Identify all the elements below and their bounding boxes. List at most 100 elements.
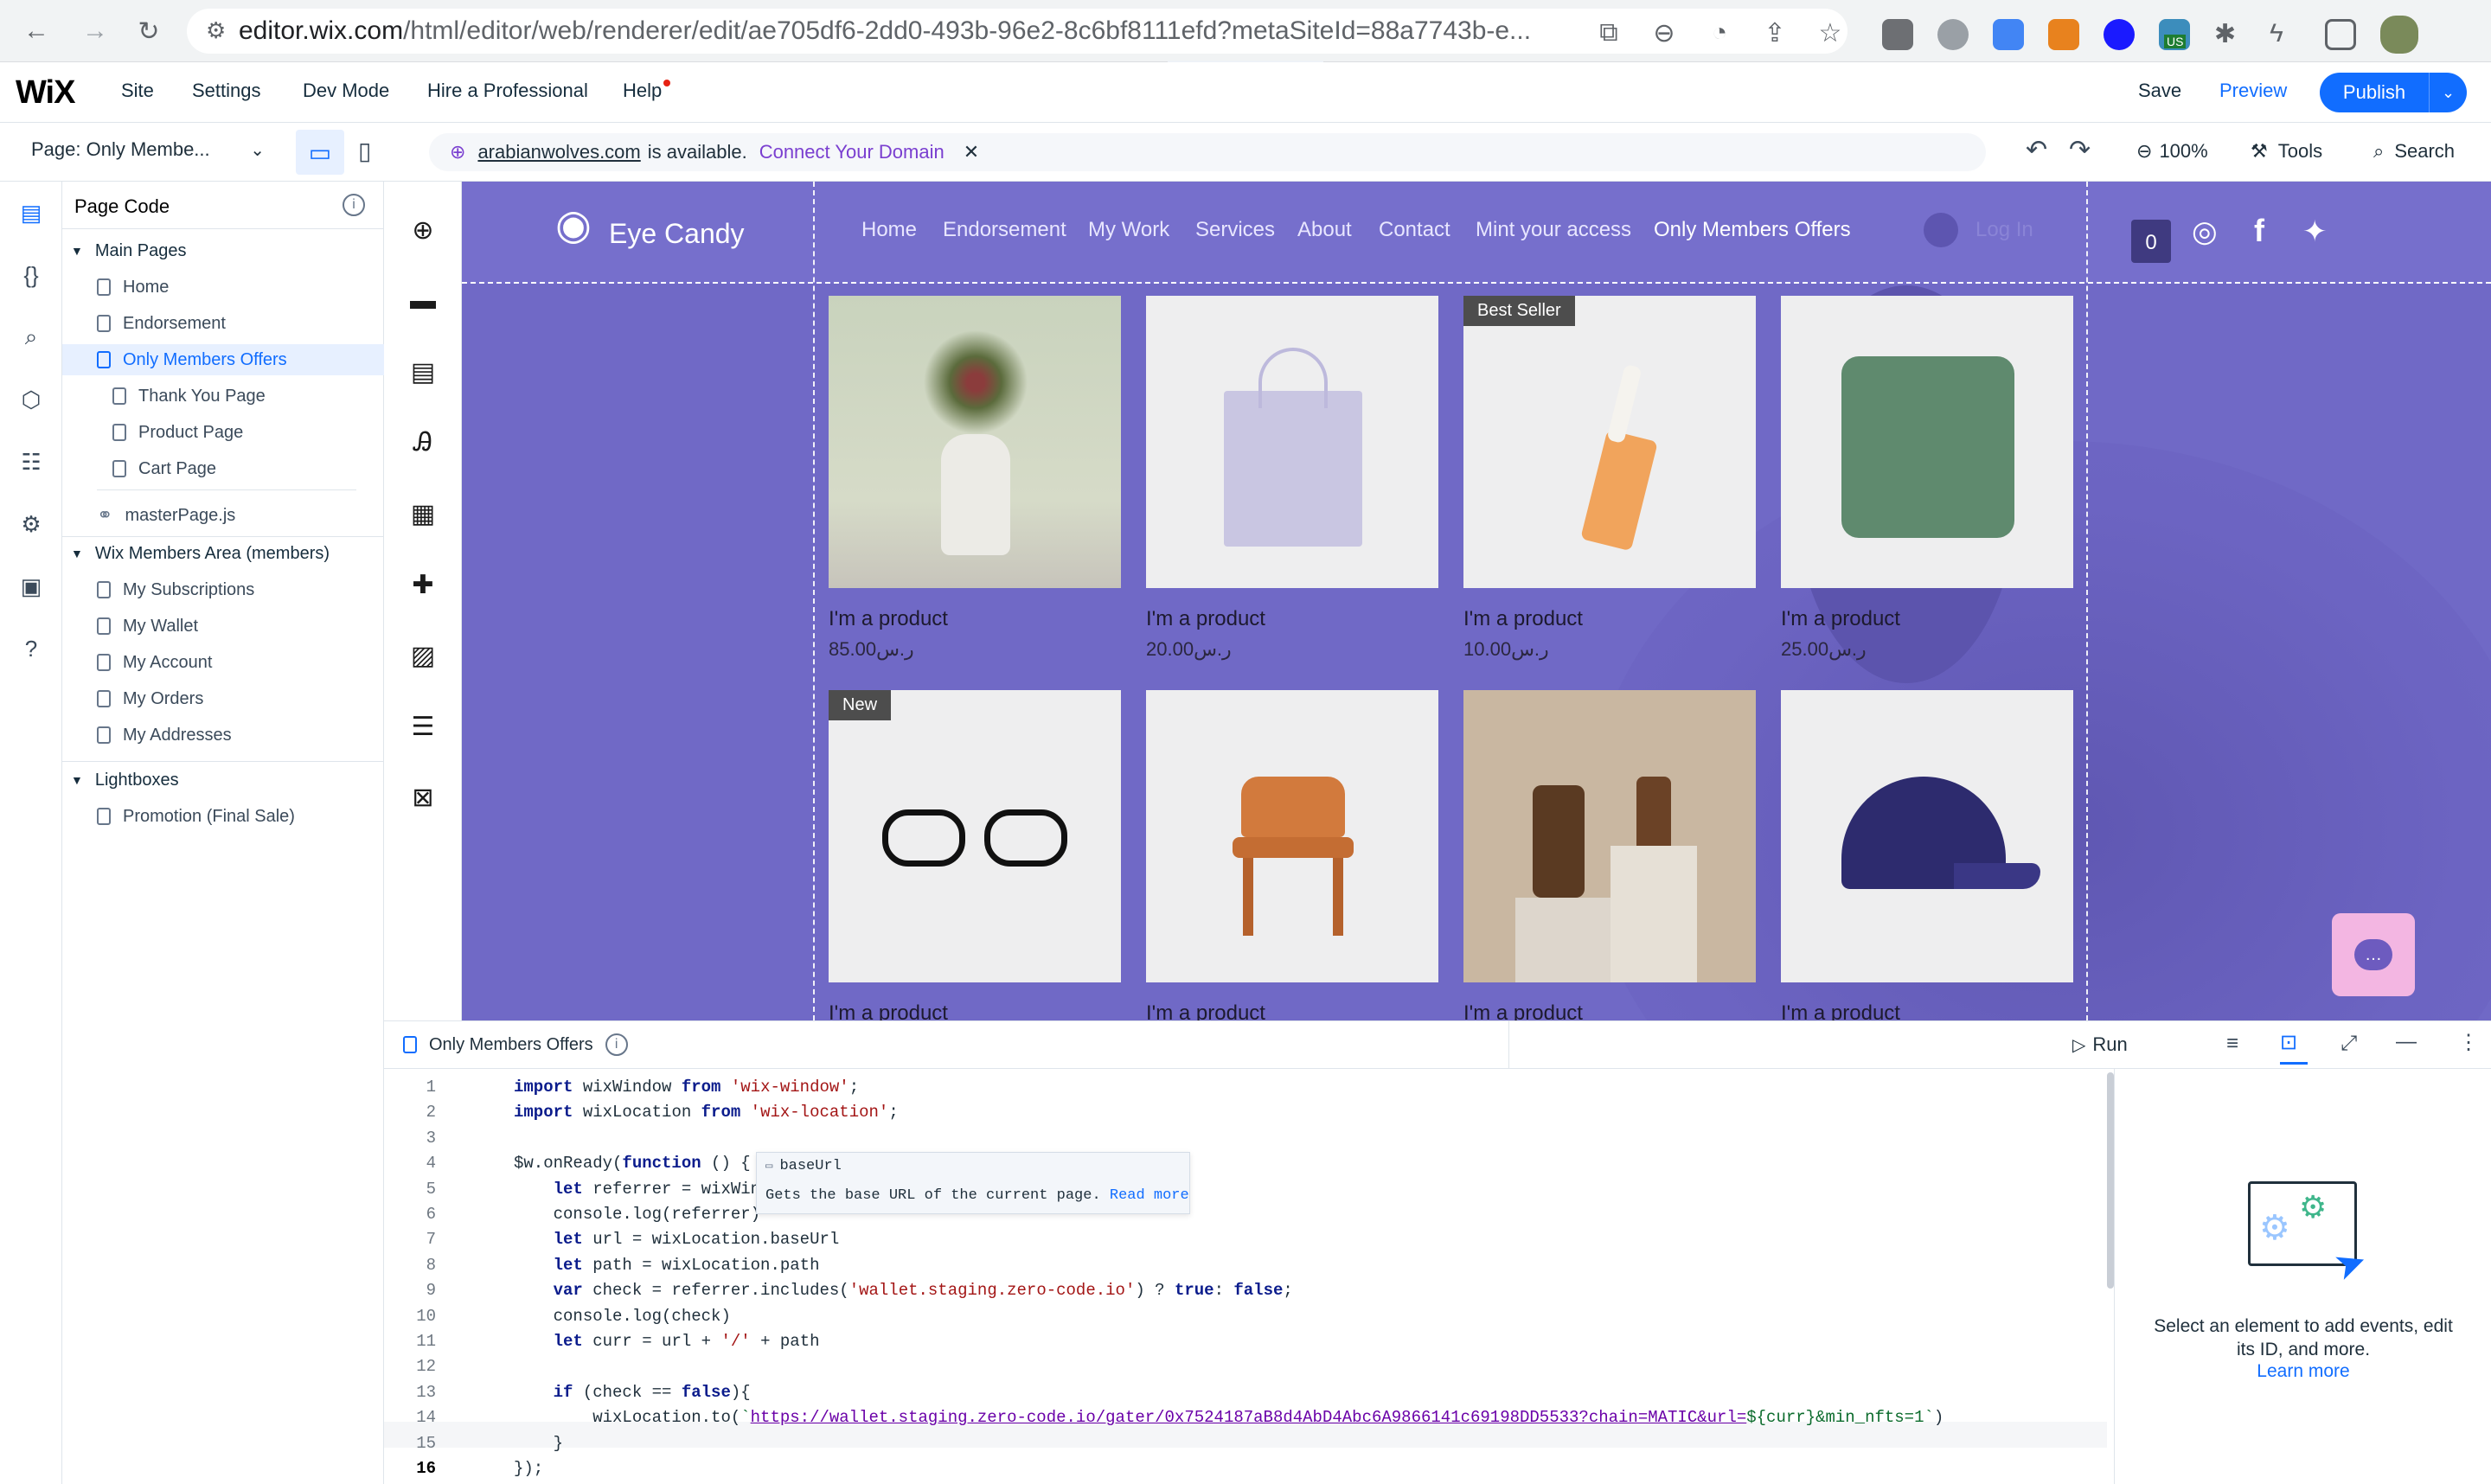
code-scrollbar[interactable]	[2107, 1072, 2114, 1289]
code-line[interactable]: var check = referrer.includes('wallet.st…	[514, 1281, 1293, 1300]
save-button[interactable]: Save	[2138, 80, 2181, 102]
tree-item-my-orders[interactable]: My Orders	[97, 683, 203, 714]
menu-help[interactable]: Help	[623, 80, 671, 102]
developer-tools-icon[interactable]: ⚙	[16, 509, 47, 540]
extension-grammarly-icon[interactable]	[1937, 19, 1969, 50]
product-title[interactable]: I'm a product	[1781, 607, 1900, 631]
profile-avatar[interactable]	[2380, 16, 2418, 54]
tree-item-product-page[interactable]: Product Page	[112, 417, 243, 448]
site-settings-icon[interactable]: ⚙	[206, 17, 226, 44]
desktop-view-icon[interactable]: ▭	[296, 130, 344, 175]
learn-more-link[interactable]: Learn more	[2149, 1361, 2457, 1382]
app-market-icon[interactable]: ✚	[406, 567, 440, 602]
extension-paint-icon[interactable]	[1882, 19, 1913, 50]
code-line[interactable]: if (check == false){	[514, 1383, 751, 1402]
add-apps-icon[interactable]: ▦	[406, 496, 440, 531]
extension-circle-icon[interactable]	[2104, 19, 2135, 50]
preview-button[interactable]: Preview	[2219, 80, 2287, 102]
extension-metamask-icon[interactable]	[2048, 19, 2079, 50]
tree-section-lightboxes[interactable]: ▼ Lightboxes	[71, 764, 375, 796]
product-title[interactable]: I'm a product	[1463, 607, 1583, 631]
tree-item-cart-page[interactable]: Cart Page	[112, 453, 216, 484]
tree-item-thank-you[interactable]: Thank You Page	[112, 381, 266, 412]
product-title[interactable]: I'm a product	[829, 607, 948, 631]
more-options-icon[interactable]: ⋮	[2458, 1030, 2479, 1055]
run-button[interactable]: ▷ Run	[2072, 1033, 2128, 1056]
search-code-icon[interactable]: ⌕	[16, 322, 47, 353]
code-editor[interactable]: 1 import wixWindow from 'wix-window'; 2 imp…	[384, 1069, 2114, 1484]
share-icon[interactable]: ⇪	[1758, 16, 1792, 50]
menu-settings[interactable]: Settings	[192, 80, 261, 102]
pages-menu-icon[interactable]: ▤	[406, 355, 440, 389]
performance-bolt-icon[interactable]: ϟ	[2270, 19, 2301, 50]
code-line[interactable]: let referrer = wixWind	[514, 1180, 771, 1199]
close-icon[interactable]: ✕	[964, 141, 979, 163]
site-nav-services[interactable]: Services	[1195, 218, 1275, 242]
site-nav-contact[interactable]: Contact	[1379, 218, 1450, 242]
site-design-icon[interactable]: Ꭿ	[406, 425, 440, 460]
product-title[interactable]: I'm a product	[1463, 1001, 1583, 1020]
side-panel-icon[interactable]	[2325, 19, 2356, 50]
product-title[interactable]: I'm a product	[1146, 1001, 1265, 1020]
product-image-chair[interactable]	[1146, 690, 1438, 982]
product-image-vase[interactable]	[829, 296, 1121, 588]
code-line[interactable]: let url = wixLocation.baseUrl	[514, 1230, 840, 1249]
tree-item-master-page[interactable]: ⚭ masterPage.js	[97, 500, 235, 531]
product-image-cap[interactable]	[1781, 690, 2073, 982]
product-image-sweater[interactable]	[1781, 296, 2073, 588]
site-nav-endorsement[interactable]: Endorsement	[943, 218, 1066, 242]
product-title[interactable]: I'm a product	[1781, 1001, 1900, 1020]
performance-icon[interactable]: ◔	[1702, 16, 1737, 50]
translate-icon[interactable]: ⧉	[1591, 16, 1626, 50]
instagram-icon[interactable]: ◎	[2192, 214, 2218, 249]
tree-item-my-subscriptions[interactable]: My Subscriptions	[97, 574, 254, 605]
tree-section-main-pages[interactable]: ▼ Main Pages	[71, 235, 375, 266]
site-canvas[interactable]: ◉ Eye Candy Home Endorsement My Work Ser…	[462, 182, 2491, 1020]
site-nav-only-members[interactable]: Only Members Offers	[1654, 218, 1851, 242]
code-line[interactable]: }	[514, 1434, 563, 1453]
product-image-tote[interactable]	[1146, 296, 1438, 588]
wix-logo[interactable]: WiX	[16, 74, 75, 112]
login-button[interactable]: Log In	[1924, 213, 2033, 247]
code-line[interactable]: import wixWindow from 'wix-window';	[514, 1078, 859, 1097]
code-braces-icon[interactable]: {}	[16, 259, 47, 291]
extensions-puzzle-icon[interactable]: ✱	[2214, 19, 2245, 50]
business-tools-icon[interactable]: ⊠	[406, 780, 440, 815]
product-image-glasses[interactable]	[829, 690, 1121, 982]
code-line[interactable]: console.log(referrer)	[514, 1205, 760, 1224]
site-nav-mint[interactable]: Mint your access	[1476, 218, 1631, 242]
publish-button[interactable]: Publish ⌄	[2320, 73, 2467, 112]
site-nav-my-work[interactable]: My Work	[1088, 218, 1169, 242]
code-line[interactable]: let path = wixLocation.path	[514, 1256, 820, 1275]
cms-icon[interactable]: ☰	[406, 709, 440, 744]
code-line[interactable]: console.log(check)	[514, 1307, 731, 1326]
product-image-serum[interactable]	[1463, 296, 1756, 588]
tree-item-only-members-offers[interactable]: Only Members Offers	[62, 344, 384, 375]
search-button[interactable]: ⌕ Search	[2373, 140, 2455, 163]
page-code-icon[interactable]: ▤	[16, 197, 47, 228]
minimize-icon[interactable]: —	[2396, 1030, 2417, 1054]
product-title[interactable]: I'm a product	[1146, 607, 1265, 631]
tree-item-my-addresses[interactable]: My Addresses	[97, 720, 232, 751]
tree-item-my-account[interactable]: My Account	[97, 647, 212, 678]
help-icon[interactable]: ?	[16, 633, 47, 664]
twitter-icon[interactable]: ✦	[2302, 214, 2328, 249]
media-icon[interactable]: ▨	[406, 638, 440, 673]
add-elements-icon[interactable]: ⊕	[406, 213, 440, 247]
read-more-link[interactable]: Read more	[1110, 1187, 1189, 1204]
menu-hire-professional[interactable]: Hire a Professional	[427, 80, 588, 102]
back-icon[interactable]: ←	[19, 14, 54, 48]
format-code-icon[interactable]: ≡	[2226, 1032, 2238, 1056]
connect-domain-link[interactable]: Connect Your Domain	[759, 141, 945, 163]
code-line[interactable]: import wixLocation from 'wix-location';	[514, 1103, 899, 1122]
info-icon[interactable]: i	[605, 1033, 628, 1056]
code-line[interactable]: $w.onReady(function () {	[514, 1154, 751, 1173]
code-tab[interactable]: Only Members Offers i	[403, 1033, 628, 1056]
menu-dev-mode[interactable]: Dev Mode	[303, 80, 389, 102]
forward-icon[interactable]: →	[78, 14, 112, 48]
extension-translate-icon[interactable]	[1993, 19, 2024, 50]
chat-button[interactable]: …	[2332, 913, 2415, 996]
site-nav-about[interactable]: About	[1297, 218, 1352, 242]
tools-button[interactable]: ⚒ Tools	[2251, 140, 2322, 163]
tree-item-promotion[interactable]: Promotion (Final Sale)	[97, 801, 295, 832]
